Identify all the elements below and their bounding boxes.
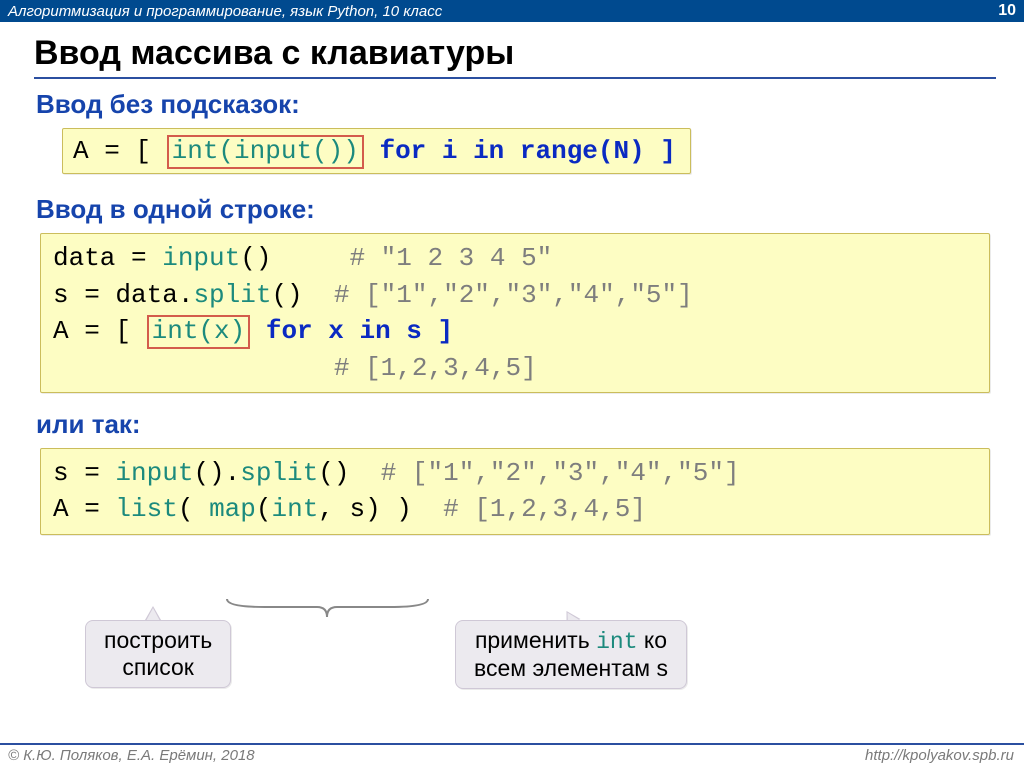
code-block-2: data = input() # "1 2 3 4 5" s = data.sp… xyxy=(40,233,990,393)
bubble-1-line1: построить xyxy=(104,627,212,654)
code-block-3: s = input().split() # ["1","2","3","4","… xyxy=(40,448,990,535)
section-2-title: Ввод в одной строке: xyxy=(36,194,996,225)
highlight-box-int-x: int(x) xyxy=(147,315,251,349)
bubble-1-line2: список xyxy=(104,654,212,681)
code1-boxed: int(input()) xyxy=(172,136,359,166)
highlight-box-int-input: int(input()) xyxy=(167,135,364,169)
slide-title: Ввод массива с клавиатуры xyxy=(34,34,996,73)
bubble-1-pointer xyxy=(145,606,161,620)
bubble-2-line2: всем элементам s xyxy=(474,655,668,682)
bubble-2-line1: применить int ко xyxy=(474,627,668,655)
code1-rest: for i in range(N) ] xyxy=(364,136,676,166)
slide-header: Алгоритмизация и программирование, язык … xyxy=(0,0,1024,22)
code-block-1: A = [ int(input()) for i in range(N) ] xyxy=(62,128,691,174)
bubble-build-list: построить список xyxy=(85,620,231,688)
title-rule xyxy=(34,77,996,79)
slide-footer: © К.Ю. Поляков, Е.А. Ерёмин, 2018 http:/… xyxy=(0,743,1024,764)
course-title: Алгоритмизация и программирование, язык … xyxy=(8,3,442,20)
page-number: 10 xyxy=(998,2,1016,20)
section-1-title: Ввод без подсказок: xyxy=(36,89,996,120)
bubble-apply-int: применить int ко всем элементам s xyxy=(455,620,687,689)
brace-map-int xyxy=(225,597,430,621)
footer-url: http://kpolyakov.spb.ru xyxy=(865,747,1014,764)
code1-prefix: A = [ xyxy=(73,136,167,166)
footer-copyright: © К.Ю. Поляков, Е.А. Ерёмин, 2018 xyxy=(8,747,255,764)
section-3-title: или так: xyxy=(36,409,996,440)
